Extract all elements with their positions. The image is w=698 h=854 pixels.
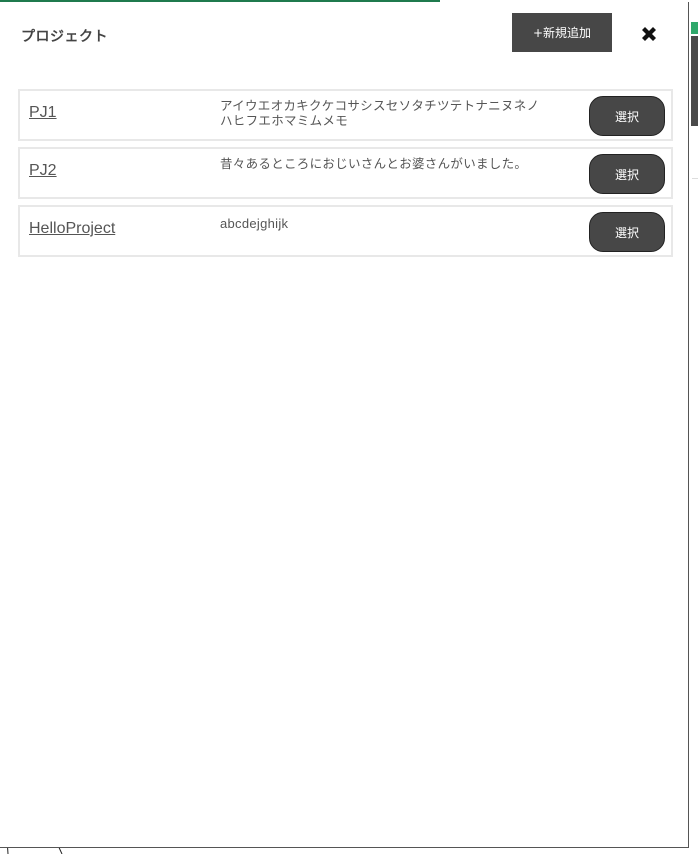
project-name-link[interactable]: PJ2 xyxy=(29,162,57,180)
project-list: PJ1 アイウエオカキクケコサシスセソタチツテトナニヌネノハヒフエホマミムメモ … xyxy=(18,89,673,263)
project-modal: プロジェクト +新規追加 PJ1 アイウエオカキクケコサシスセソタチツテトナニヌ… xyxy=(0,2,689,848)
modal-title: プロジェクト xyxy=(21,29,108,45)
project-description: abcdejghijk xyxy=(220,216,289,231)
project-row: PJ1 アイウエオカキクケコサシスセソタチツテトナニヌネノハヒフエホマミムメモ … xyxy=(18,89,673,141)
project-description: アイウエオカキクケコサシスセソタチツテトナニヌネノハヒフエホマミムメモ xyxy=(220,98,540,128)
close-button[interactable] xyxy=(636,21,662,47)
select-project-button[interactable]: 選択 xyxy=(589,154,665,194)
select-project-button[interactable]: 選択 xyxy=(589,212,665,252)
add-project-button[interactable]: +新規追加 xyxy=(512,13,612,52)
select-project-button[interactable]: 選択 xyxy=(589,96,665,136)
project-name-link[interactable]: HelloProject xyxy=(29,220,115,238)
close-icon xyxy=(642,27,656,41)
project-row: PJ2 昔々あるところにおじいさんとお婆さんがいました。 選択 xyxy=(18,147,673,199)
project-description: 昔々あるところにおじいさんとお婆さんがいました。 xyxy=(220,156,528,171)
screen: プロジェクト +新規追加 PJ1 アイウエオカキクケコサシスセソタチツテトナニヌ… xyxy=(0,0,698,854)
project-name-link[interactable]: PJ1 xyxy=(29,104,57,122)
project-row: HelloProject abcdejghijk 選択 xyxy=(18,205,673,257)
